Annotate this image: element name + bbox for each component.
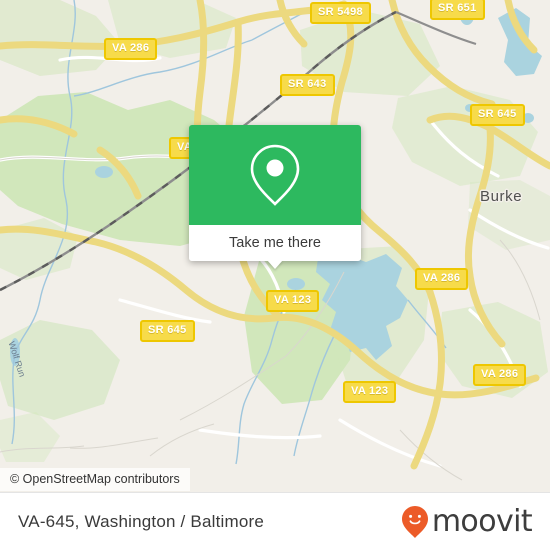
moovit-logo[interactable]: moovit xyxy=(401,503,533,539)
place-label-burke: Burke xyxy=(480,188,523,205)
road-shield-sr-651[interactable]: SR 651 xyxy=(430,0,485,20)
map-canvas[interactable]: VA 286 SR 5498 SR 651 SR 643 SR 645 VA V… xyxy=(0,0,550,550)
road-shield-va-123-s[interactable]: VA 123 xyxy=(343,381,397,403)
road-shield-va-123-mid[interactable]: VA 123 xyxy=(266,290,320,312)
location-title: VA-645, Washington / Baltimore xyxy=(18,511,265,531)
road-shield-va-286-e[interactable]: VA 286 xyxy=(415,268,469,290)
bottom-bar: VA-645, Washington / Baltimore moovit xyxy=(0,492,550,550)
road-shield-sr-643[interactable]: SR 643 xyxy=(280,74,335,96)
take-me-there-button[interactable]: Take me there xyxy=(189,225,361,261)
map-pin-icon xyxy=(250,144,300,206)
popup-image-placeholder xyxy=(189,125,361,225)
road-shield-va-286-nw[interactable]: VA 286 xyxy=(104,38,158,60)
road-shield-sr-645-sw[interactable]: SR 645 xyxy=(140,320,195,342)
road-shield-sr-5498[interactable]: SR 5498 xyxy=(310,2,371,24)
moovit-pin-icon xyxy=(401,505,428,538)
popup-pointer-tail xyxy=(267,260,283,269)
location-popup-card[interactable]: Take me there xyxy=(189,125,361,269)
road-shield-sr-645-ne[interactable]: SR 645 xyxy=(470,104,525,126)
road-shield-va-286-se[interactable]: VA 286 xyxy=(473,364,527,386)
moovit-wordmark: moovit xyxy=(431,503,533,539)
map-attribution[interactable]: © OpenStreetMap contributors xyxy=(0,468,190,491)
